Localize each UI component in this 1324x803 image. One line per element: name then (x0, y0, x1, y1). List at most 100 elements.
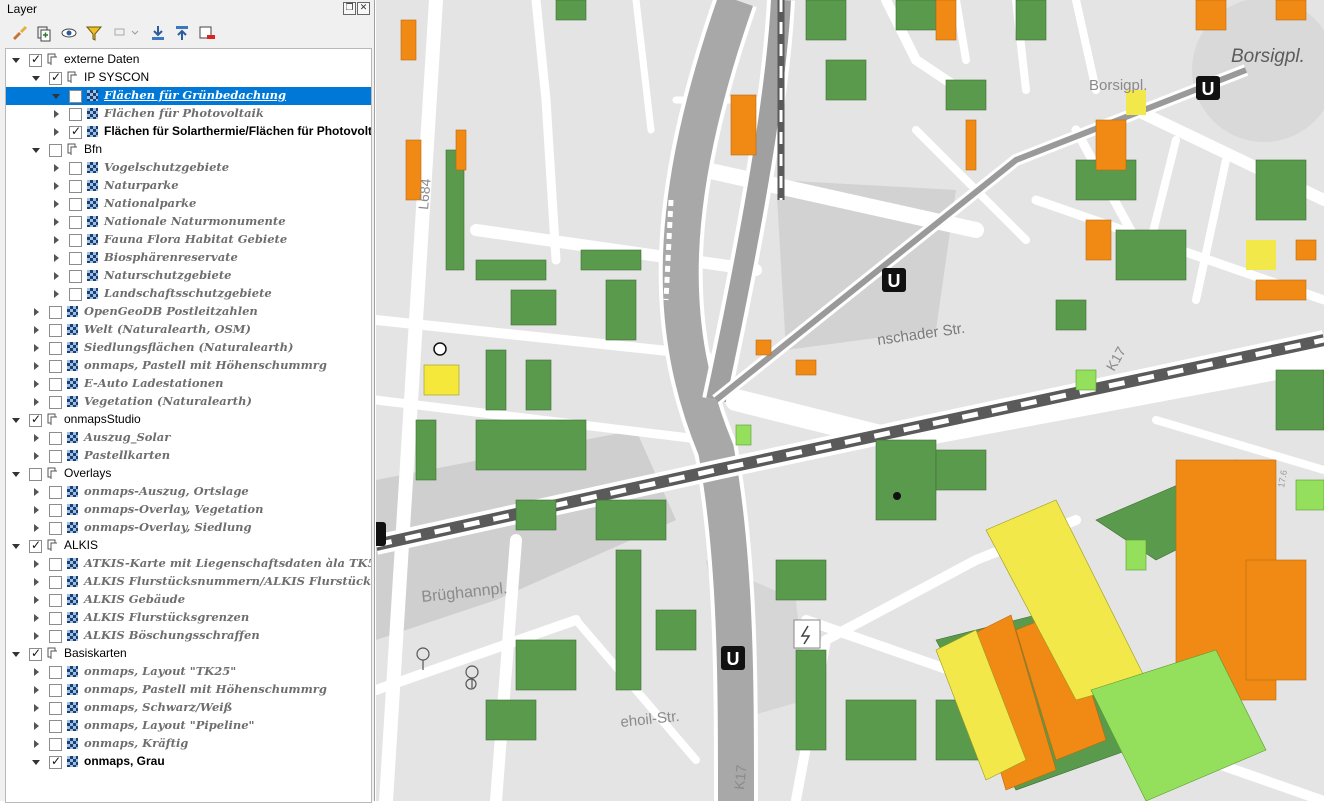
collapse-arrow-icon[interactable] (32, 760, 40, 765)
collapse-arrow-icon[interactable] (52, 94, 60, 99)
expand-arrow-icon[interactable] (34, 632, 39, 640)
layer-row[interactable]: Naturschutzgebiete (6, 267, 371, 285)
layer-row[interactable]: Welt (Naturalearth, OSM) (6, 321, 371, 339)
visibility-checkbox[interactable] (49, 378, 62, 391)
layer-row[interactable]: Vogelschutzgebiete (6, 159, 371, 177)
expand-arrow-icon[interactable] (34, 560, 39, 568)
layer-row[interactable]: Pastellkarten (6, 447, 371, 465)
expand-arrow-icon[interactable] (34, 398, 39, 406)
expand-arrow-icon[interactable] (54, 164, 59, 172)
layer-row[interactable]: Siedlungsflächen (Naturalearth) (6, 339, 371, 357)
expand-arrow-icon[interactable] (34, 326, 39, 334)
layer-group-row[interactable]: externe Daten (6, 51, 371, 69)
expand-arrow-icon[interactable] (34, 308, 39, 316)
visibility-checkbox[interactable] (49, 738, 62, 751)
visibility-checkbox[interactable] (49, 612, 62, 625)
ubahn-icon[interactable]: U (882, 268, 906, 292)
layer-group-row[interactable]: IP SYSCON (6, 69, 371, 87)
expand-arrow-icon[interactable] (34, 704, 39, 712)
visibility-checkbox[interactable] (49, 754, 62, 769)
visibility-checkbox[interactable] (49, 324, 62, 337)
layer-row[interactable]: Flächen für Solarthermie/Flächen für Pho… (6, 123, 371, 141)
map-canvas[interactable]: U U U Borsigpl. Borsigpl. L684 nschader … (376, 0, 1324, 801)
layer-row[interactable]: Flächen für Photovoltaik (6, 105, 371, 123)
layer-row[interactable]: OpenGeoDB Postleitzahlen (6, 303, 371, 321)
visibility-checkbox[interactable] (49, 504, 62, 517)
visibility-checkbox[interactable] (49, 630, 62, 643)
filter-legend-icon[interactable] (112, 23, 139, 43)
visibility-checkbox[interactable] (49, 432, 62, 445)
collapse-arrow-icon[interactable] (12, 58, 20, 63)
layer-row[interactable]: onmaps-Overlay, Siedlung (6, 519, 371, 537)
layer-row[interactable]: Nationalparke (6, 195, 371, 213)
expand-arrow-icon[interactable] (34, 722, 39, 730)
expand-arrow-icon[interactable] (34, 344, 39, 352)
layer-row[interactable]: onmaps, Layout "Pipeline" (6, 717, 371, 735)
expand-arrow-icon[interactable] (54, 236, 59, 244)
expand-arrow-icon[interactable] (34, 434, 39, 442)
visibility-checkbox[interactable] (69, 270, 82, 283)
layer-row[interactable]: Flächen für Grünbedachung (6, 87, 371, 105)
visibility-eye-icon[interactable] (59, 23, 79, 43)
visibility-checkbox[interactable] (29, 468, 42, 481)
visibility-checkbox[interactable] (69, 234, 82, 247)
layer-row[interactable]: ALKIS Flurstücksnummern/ALKIS Flurstücks… (6, 573, 371, 591)
visibility-checkbox[interactable] (69, 198, 82, 211)
layer-row[interactable]: Fauna Flora Habitat Gebiete (6, 231, 371, 249)
expand-arrow-icon[interactable] (34, 380, 39, 388)
visibility-checkbox[interactable] (49, 396, 62, 409)
expand-arrow-icon[interactable] (34, 362, 39, 370)
collapse-all-icon[interactable] (172, 23, 192, 43)
expand-arrow-icon[interactable] (34, 686, 39, 694)
map-svg[interactable]: U U U Borsigpl. Borsigpl. L684 nschader … (376, 0, 1324, 801)
expand-arrow-icon[interactable] (34, 740, 39, 748)
layer-row[interactable]: onmaps, Grau (6, 753, 371, 771)
style-brush-icon[interactable] (9, 23, 29, 43)
expand-arrow-icon[interactable] (54, 290, 59, 298)
visibility-checkbox[interactable] (69, 90, 82, 103)
visibility-checkbox[interactable] (69, 252, 82, 265)
visibility-checkbox[interactable] (49, 684, 62, 697)
collapse-arrow-icon[interactable] (12, 418, 20, 423)
layer-row[interactable]: onmaps, Pastell mit Höhenschummrg (6, 681, 371, 699)
visibility-checkbox[interactable] (49, 70, 62, 85)
visibility-checkbox[interactable] (29, 52, 42, 67)
expand-arrow-icon[interactable] (34, 596, 39, 604)
visibility-checkbox[interactable] (49, 522, 62, 535)
layer-row[interactable]: onmaps, Layout "TK25" (6, 663, 371, 681)
visibility-checkbox[interactable] (49, 720, 62, 733)
layer-row[interactable]: onmaps, Kräftig (6, 735, 371, 753)
visibility-checkbox[interactable] (49, 306, 62, 319)
visibility-checkbox[interactable] (69, 162, 82, 175)
visibility-checkbox[interactable] (49, 702, 62, 715)
collapse-arrow-icon[interactable] (32, 148, 40, 153)
visibility-checkbox[interactable] (29, 646, 42, 661)
layer-group-row[interactable]: Bfn (6, 141, 371, 159)
visibility-checkbox[interactable] (49, 576, 62, 589)
expand-arrow-icon[interactable] (54, 272, 59, 280)
visibility-checkbox[interactable] (29, 538, 42, 553)
ubahn-icon[interactable]: U (721, 646, 745, 670)
layer-row[interactable]: Nationale Naturmonumente (6, 213, 371, 231)
visibility-checkbox[interactable] (69, 108, 82, 121)
ubahn-icon[interactable]: U (1196, 76, 1220, 100)
expand-arrow-icon[interactable] (54, 200, 59, 208)
expand-arrow-icon[interactable] (54, 254, 59, 262)
layer-row[interactable]: Landschaftsschutzgebiete (6, 285, 371, 303)
visibility-checkbox[interactable] (49, 450, 62, 463)
remove-layer-icon[interactable] (197, 23, 217, 43)
add-group-icon[interactable] (33, 23, 53, 43)
layer-group-row[interactable]: Overlays (6, 465, 371, 483)
layer-row[interactable]: ALKIS Flurstücksgrenzen (6, 609, 371, 627)
layer-group-row[interactable]: onmapsStudio (6, 411, 371, 429)
collapse-arrow-icon[interactable] (12, 472, 20, 477)
layer-row[interactable]: Auszug_Solar (6, 429, 371, 447)
expand-arrow-icon[interactable] (34, 452, 39, 460)
expand-arrow-icon[interactable] (54, 128, 59, 136)
layer-row[interactable]: Naturparke (6, 177, 371, 195)
expand-arrow-icon[interactable] (54, 182, 59, 190)
visibility-checkbox[interactable] (49, 342, 62, 355)
collapse-arrow-icon[interactable] (32, 76, 40, 81)
visibility-checkbox[interactable] (49, 558, 62, 571)
expand-arrow-icon[interactable] (54, 110, 59, 118)
